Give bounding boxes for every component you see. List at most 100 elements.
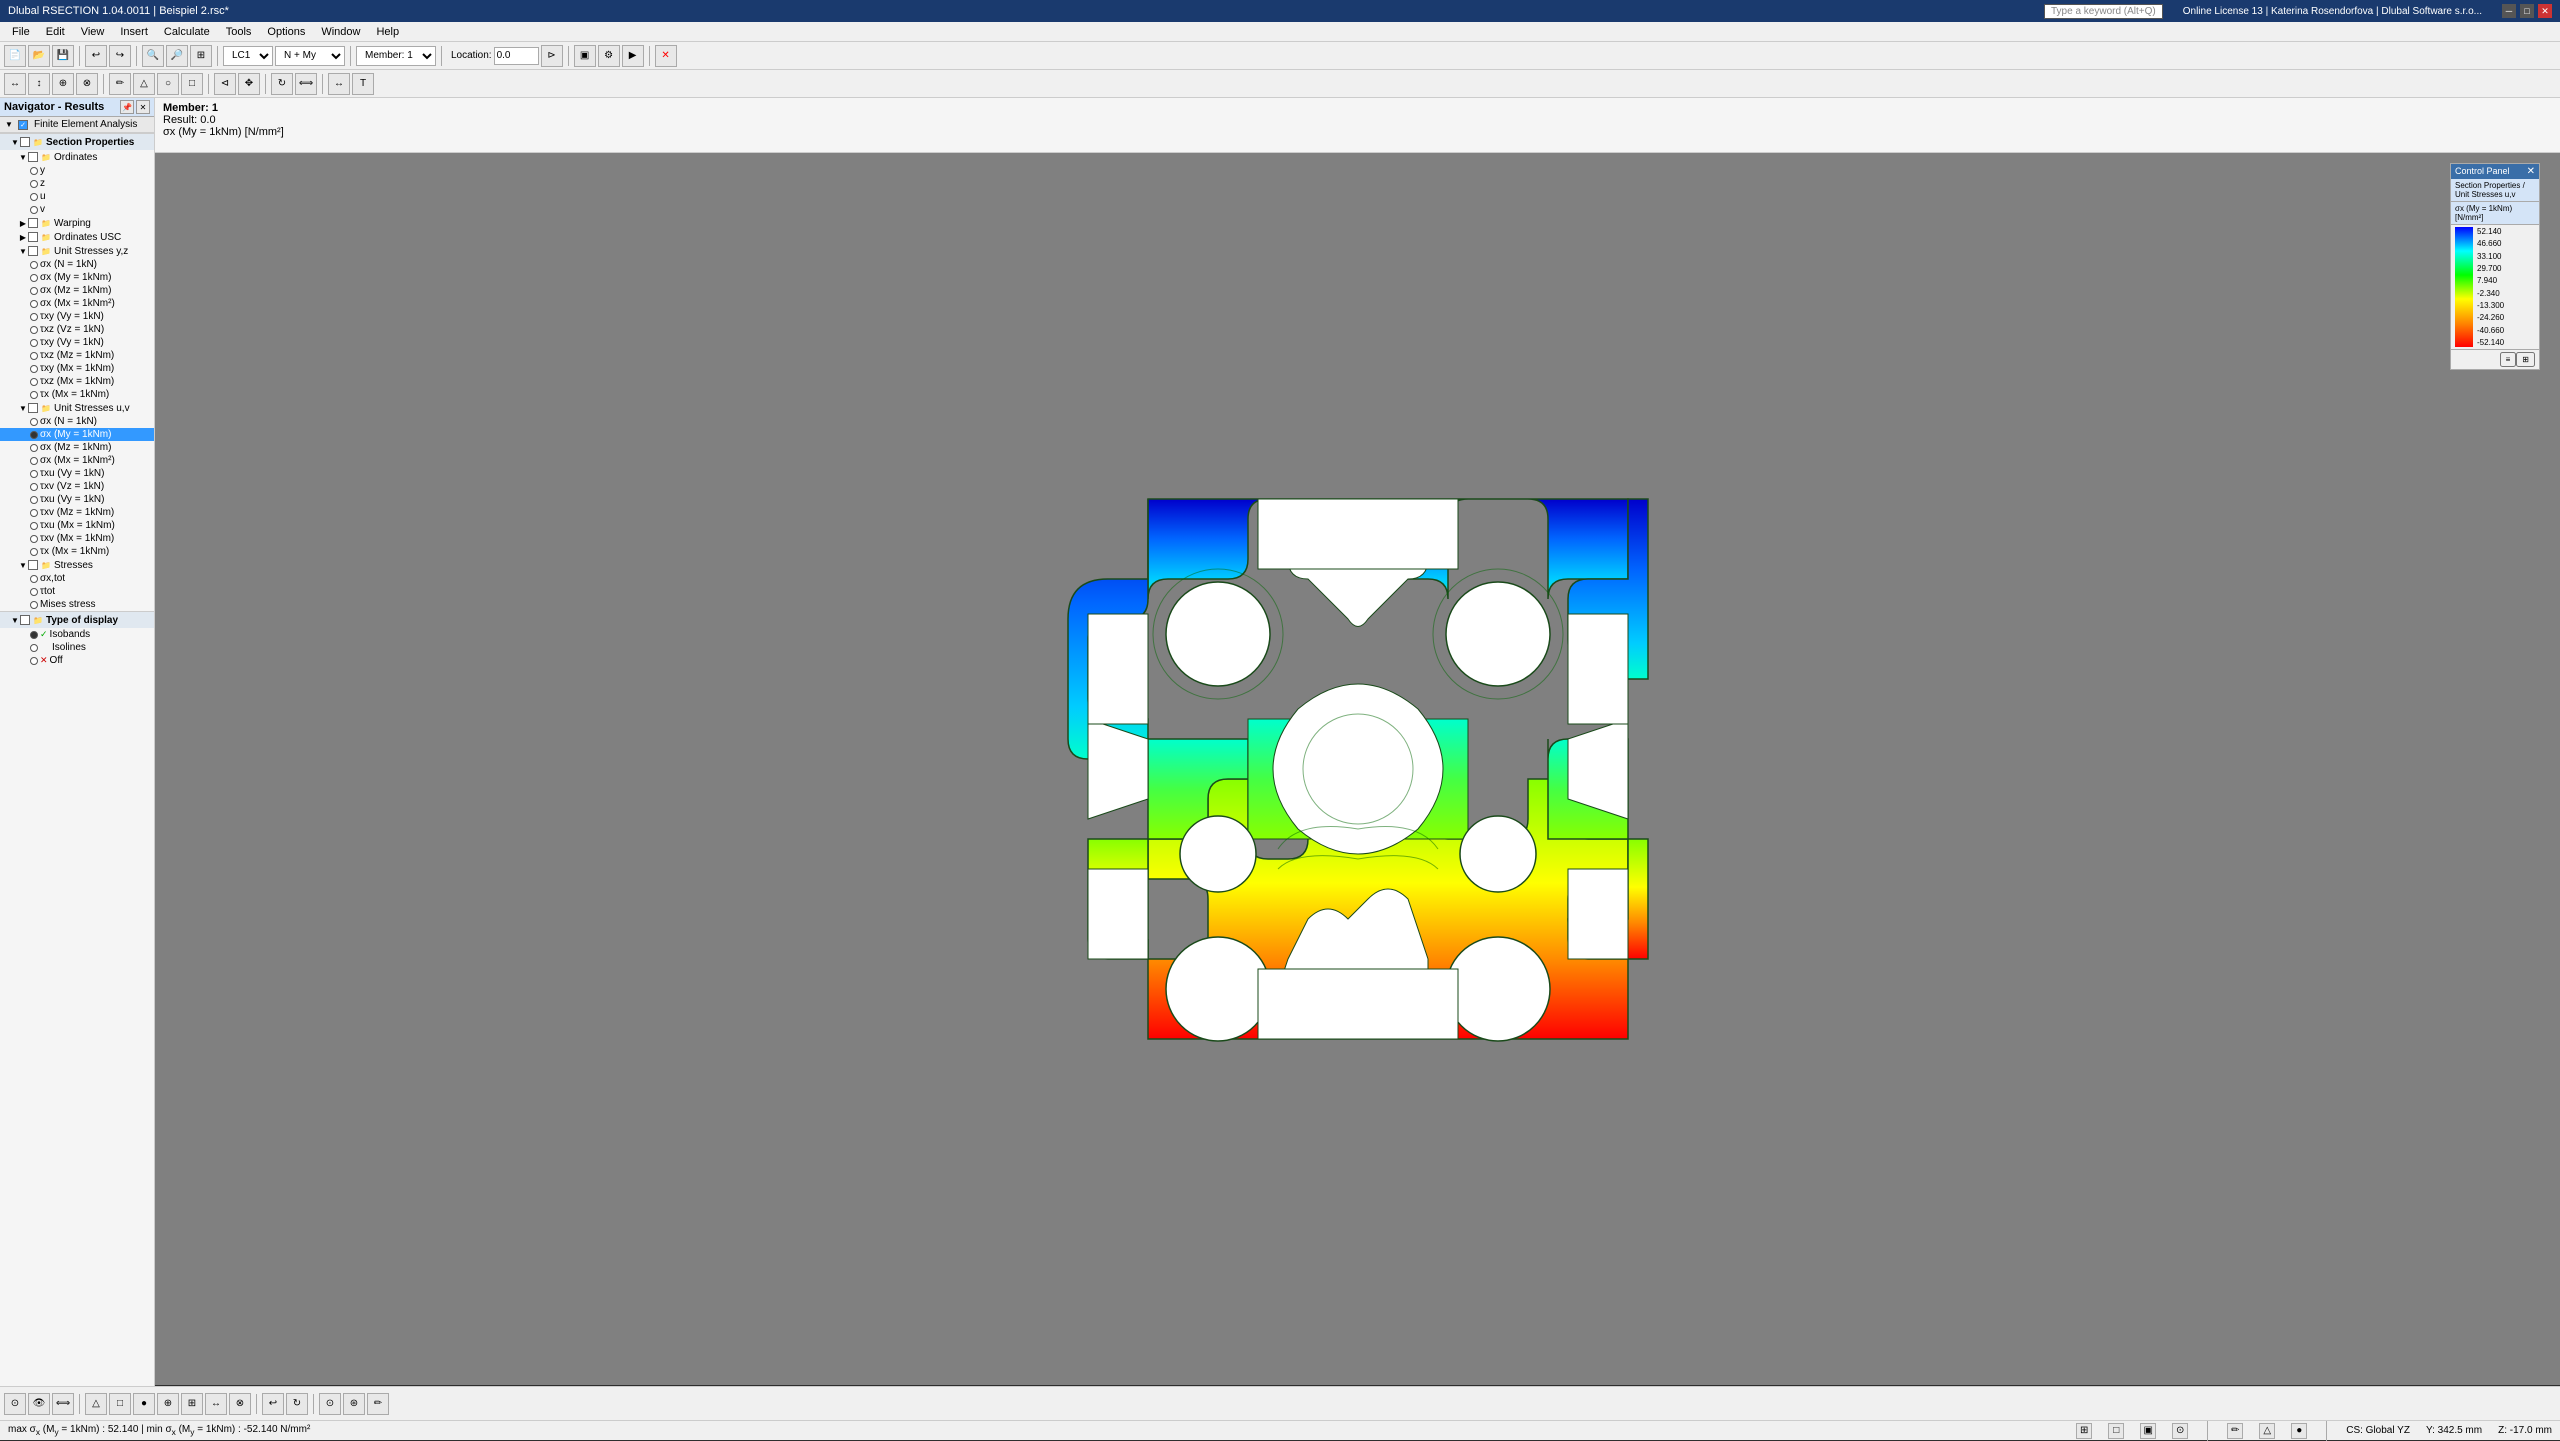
location-input[interactable] — [494, 47, 539, 65]
tod-off[interactable]: ✕ Off — [0, 654, 154, 667]
uv-r7[interactable] — [30, 496, 38, 504]
yz-sx-mz[interactable]: σx (Mz = 1kNm) — [0, 284, 154, 297]
calculate-button[interactable]: ▶ — [622, 45, 644, 67]
uv-txu-vy2[interactable]: τxu (Vy = 1kN) — [0, 493, 154, 506]
zoom-out-button[interactable]: 🔎 — [166, 45, 188, 67]
maximize-button[interactable]: □ — [2520, 4, 2534, 18]
minimize-button[interactable]: ─ — [2502, 4, 2516, 18]
yz-txy-mx[interactable]: τxy (Mx = 1kNm) — [0, 362, 154, 375]
uv-sx-mz[interactable]: σx (Mz = 1kNm) — [0, 441, 154, 454]
tod-isolines[interactable]: Isolines — [0, 641, 154, 654]
unit-uv-checkbox[interactable] — [28, 403, 38, 413]
yz-tx-mx[interactable]: τx (Mx = 1kNm) — [0, 388, 154, 401]
bottom-btn-10[interactable]: ⊗ — [229, 1393, 251, 1415]
status-btn-5[interactable]: ✏ — [2227, 1423, 2243, 1439]
undo-button[interactable]: ↩ — [85, 45, 107, 67]
bottom-btn-15[interactable]: ✏ — [367, 1393, 389, 1415]
menu-options[interactable]: Options — [259, 22, 313, 41]
sr1[interactable] — [30, 575, 38, 583]
r11[interactable] — [30, 391, 38, 399]
main-canvas[interactable]: Control Panel ✕ Section Properties / Uni… — [155, 153, 2560, 1385]
bottom-btn-3[interactable]: ⟺ — [52, 1393, 74, 1415]
location-set-button[interactable]: ⊳ — [541, 45, 563, 67]
status-btn-3[interactable]: ▣ — [2140, 1423, 2156, 1439]
uv-r1[interactable] — [30, 418, 38, 426]
menu-edit[interactable]: Edit — [38, 22, 73, 41]
stop-button[interactable]: ✕ — [655, 45, 677, 67]
section-props-checkbox[interactable] — [20, 137, 30, 147]
text-btn[interactable]: T — [352, 73, 374, 95]
bottom-btn-8[interactable]: ⊞ — [181, 1393, 203, 1415]
draw-btn-4[interactable]: □ — [181, 73, 203, 95]
r3[interactable] — [30, 287, 38, 295]
search-box[interactable]: Type a keyword (Alt+Q) — [2044, 4, 2163, 19]
uv-r10[interactable] — [30, 535, 38, 543]
view-btn-4[interactable]: ⊗ — [76, 73, 98, 95]
unit-stresses-yz-group[interactable]: ▼ 📁 Unit Stresses y,z — [0, 244, 154, 258]
select-btn[interactable]: ⊲ — [214, 73, 236, 95]
status-btn-1[interactable]: ⊞ — [2076, 1423, 2092, 1439]
uv-r9[interactable] — [30, 522, 38, 530]
uv-txv-mx[interactable]: τxv (Mx = 1kNm) — [0, 532, 154, 545]
uv-txv-vz[interactable]: τxv (Vz = 1kN) — [0, 480, 154, 493]
fea-section-header[interactable]: ▼ ✓ Finite Element Analysis — [0, 117, 154, 133]
uv-r4[interactable] — [30, 457, 38, 465]
uv-r11[interactable] — [30, 548, 38, 556]
uv-sx-n[interactable]: σx (N = 1kN) — [0, 415, 154, 428]
uv-r2[interactable] — [30, 431, 38, 439]
uv-r3[interactable] — [30, 444, 38, 452]
bottom-btn-14[interactable]: ⊛ — [343, 1393, 365, 1415]
uv-sx-mx[interactable]: σx (Mx = 1kNm²) — [0, 454, 154, 467]
r1[interactable] — [30, 261, 38, 269]
ord-u[interactable]: u — [0, 190, 154, 203]
render-button[interactable]: ▣ — [574, 45, 596, 67]
yz-sx-n[interactable]: σx (N = 1kN) — [0, 258, 154, 271]
bottom-btn-5[interactable]: □ — [109, 1393, 131, 1415]
r10[interactable] — [30, 378, 38, 386]
bottom-btn-9[interactable]: ↔ — [205, 1393, 227, 1415]
isobands-radio[interactable] — [30, 631, 38, 639]
isolines-radio[interactable] — [30, 644, 38, 652]
unit-yz-checkbox[interactable] — [28, 246, 38, 256]
member-dropdown[interactable]: Member: 1 — [356, 46, 436, 66]
ord-y-radio[interactable] — [30, 167, 38, 175]
draw-btn-2[interactable]: △ — [133, 73, 155, 95]
view-btn-1[interactable]: ↔ — [4, 73, 26, 95]
legend-grid-button[interactable]: ⊞ — [2516, 352, 2535, 367]
yz-txy-vy2[interactable]: τxy (Vy = 1kN) — [0, 336, 154, 349]
ordinates-usc-group[interactable]: ▶ 📁 Ordinates USC — [0, 230, 154, 244]
ord-u-radio[interactable] — [30, 193, 38, 201]
close-button[interactable]: ✕ — [2538, 4, 2552, 18]
open-button[interactable]: 📂 — [28, 45, 50, 67]
lc-value-dropdown[interactable]: N + My — [275, 46, 345, 66]
unit-stresses-uv-group[interactable]: ▼ 📁 Unit Stresses u,v — [0, 401, 154, 415]
mirror-btn[interactable]: ⟺ — [295, 73, 317, 95]
status-btn-7[interactable]: ● — [2291, 1423, 2307, 1439]
bottom-btn-7[interactable]: ⊕ — [157, 1393, 179, 1415]
nav-pin-button[interactable]: 📌 — [120, 100, 134, 114]
legend-close-button[interactable]: ✕ — [2527, 166, 2535, 177]
warping-group[interactable]: ▶ 📁 Warping — [0, 216, 154, 230]
yz-txz-mx[interactable]: τxz (Mx = 1kNm) — [0, 375, 154, 388]
bottom-btn-13[interactable]: ⊙ — [319, 1393, 341, 1415]
off-radio[interactable] — [30, 657, 38, 665]
ord-z-radio[interactable] — [30, 180, 38, 188]
r6[interactable] — [30, 326, 38, 334]
settings-button[interactable]: ⚙ — [598, 45, 620, 67]
save-button[interactable]: 💾 — [52, 45, 74, 67]
uv-r8[interactable] — [30, 509, 38, 517]
uv-sx-my-selected[interactable]: σx (My = 1kNm) — [0, 428, 154, 441]
legend-table-button[interactable]: ≡ — [2500, 352, 2517, 367]
new-button[interactable]: 📄 — [4, 45, 26, 67]
ord-v[interactable]: v — [0, 203, 154, 216]
uv-txu-mx[interactable]: τxu (Mx = 1kNm) — [0, 519, 154, 532]
tod-isobands[interactable]: ✓ Isobands — [0, 628, 154, 641]
bottom-btn-12[interactable]: ↻ — [286, 1393, 308, 1415]
r8[interactable] — [30, 352, 38, 360]
status-btn-4[interactable]: ⊙ — [2172, 1423, 2188, 1439]
stress-sx-tot[interactable]: σx,tot — [0, 572, 154, 585]
redo-button[interactable]: ↪ — [109, 45, 131, 67]
uv-r5[interactable] — [30, 470, 38, 478]
fea-checkbox[interactable]: ✓ — [18, 120, 28, 130]
status-btn-2[interactable]: □ — [2108, 1423, 2124, 1439]
